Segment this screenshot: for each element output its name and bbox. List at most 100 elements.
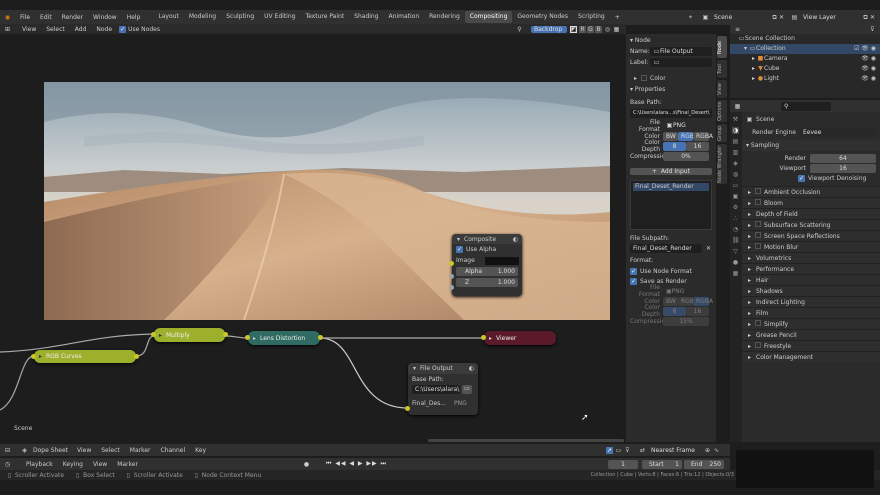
input-list-item[interactable]: Final_Deset_Render: [633, 183, 709, 191]
checkbox-icon[interactable]: [755, 243, 761, 249]
copy-icon[interactable]: ⧉: [771, 14, 778, 21]
input-socket[interactable]: [405, 406, 410, 411]
expand-icon[interactable]: ▸: [750, 65, 757, 72]
alpha-field[interactable]: Alpha 1.000: [456, 267, 518, 276]
image-input-field[interactable]: [484, 256, 519, 265]
expand-icon[interactable]: ▸: [746, 233, 753, 240]
folder-icon[interactable]: ▭: [462, 385, 472, 394]
end-frame-field[interactable]: End 250: [684, 459, 724, 469]
panel-simplify[interactable]: ▸ Simplify: [742, 318, 880, 329]
panel-color-management[interactable]: ▸ Color Management: [742, 351, 880, 362]
expand-icon[interactable]: ▸: [746, 354, 753, 361]
color-mode-rgba[interactable]: RGBA: [693, 131, 713, 141]
panel-shadows[interactable]: ▸ Shadows: [742, 285, 880, 296]
menu-view[interactable]: View: [88, 461, 112, 468]
output-icon[interactable]: ▤: [732, 138, 739, 145]
z-socket[interactable]: [449, 285, 454, 290]
scene-selector[interactable]: Scene: [711, 12, 763, 22]
expand-icon[interactable]: ▸: [487, 335, 494, 342]
constraints-icon[interactable]: ⛓: [732, 237, 740, 244]
file-format-select[interactable]: ▣PNG: [663, 121, 709, 130]
panel-film[interactable]: ▸ Film: [742, 307, 880, 318]
outliner-row[interactable]: ▸ ▼Cube 👁 ◉: [730, 64, 880, 74]
render-icon[interactable]: ◑: [732, 127, 739, 134]
panel-depth-of-field[interactable]: ▸ Depth of Field: [742, 208, 880, 219]
close-icon[interactable]: ✕: [869, 14, 876, 21]
hidden-icon[interactable]: ▭: [615, 447, 622, 454]
expand-icon[interactable]: ▸: [746, 266, 753, 273]
output-socket[interactable]: [134, 354, 139, 359]
add-input-button[interactable]: + Add Input: [630, 168, 712, 175]
proportional-icon[interactable]: ⊕: [704, 447, 711, 454]
composite-node[interactable]: ▾ Composite ◐ ✓ Use Alpha Image Alpha 1.…: [449, 234, 522, 296]
inputs-list[interactable]: Final_Deset_Render: [630, 180, 712, 230]
viewer-node[interactable]: ▸ Viewer: [481, 331, 556, 345]
menu-keying[interactable]: Keying: [58, 461, 88, 468]
base-path-field[interactable]: C:\Users\alara\...: [412, 385, 460, 394]
tab-options[interactable]: Options: [717, 100, 727, 122]
snap-mode-select[interactable]: Nearest Frame: [648, 445, 698, 455]
menu-playback[interactable]: Playback: [21, 461, 58, 468]
scene-icon[interactable]: ◈: [732, 160, 739, 167]
modifier-icon[interactable]: ⚙: [732, 204, 739, 211]
tab-node[interactable]: Node: [717, 36, 727, 58]
only-selected-icon[interactable]: ➚: [606, 446, 613, 454]
tab-group[interactable]: Group: [717, 124, 727, 142]
composite-node-header[interactable]: ▾ Composite ◐: [452, 234, 522, 244]
checkbox-icon[interactable]: [755, 232, 761, 238]
view-layer-icon[interactable]: ▥: [732, 149, 739, 156]
checkbox-checked-icon[interactable]: ✓: [798, 175, 805, 182]
panel-screen-space-reflections[interactable]: ▸ Screen Space Reflections: [742, 230, 880, 241]
expand-icon[interactable]: ▸: [746, 200, 753, 207]
expand-icon[interactable]: ▸: [746, 310, 753, 317]
filter-icon[interactable]: ⊽: [869, 26, 876, 33]
input-socket[interactable]: [31, 354, 36, 359]
world-icon[interactable]: ◍: [732, 171, 739, 178]
panel-hair[interactable]: ▸ Hair: [742, 274, 880, 285]
checkbox-icon[interactable]: [641, 75, 647, 81]
file-subpath-field[interactable]: Final_Deset_Render: [630, 244, 702, 253]
expand-icon[interactable]: ▸: [746, 211, 753, 218]
checkbox-icon[interactable]: [755, 199, 761, 205]
tab-tool[interactable]: Tool: [717, 60, 727, 78]
outliner-row[interactable]: ▭Scene Collection: [730, 34, 880, 44]
expand-icon[interactable]: ▾: [742, 45, 749, 52]
pin-icon[interactable]: ✦: [687, 14, 694, 21]
expand-icon[interactable]: ▸: [632, 75, 639, 82]
panel-indirect-lighting[interactable]: ▸ Indirect Lighting: [742, 296, 880, 307]
menu-view[interactable]: View: [72, 447, 96, 454]
expand-icon[interactable]: ▸: [746, 343, 753, 350]
filter-icon[interactable]: ⊽: [624, 447, 631, 454]
image-socket[interactable]: [449, 261, 454, 266]
tab-view[interactable]: View: [717, 80, 727, 98]
visibility-icons[interactable]: 👁 ◉: [861, 64, 876, 74]
expand-icon[interactable]: ▸: [746, 222, 753, 229]
view-layer-selector[interactable]: View Layer: [800, 12, 856, 22]
expand-icon[interactable]: ▸: [750, 75, 757, 82]
panel-bloom[interactable]: ▸ Bloom: [742, 197, 880, 208]
expand-icon[interactable]: ▸: [746, 321, 753, 328]
checkbox-icon[interactable]: [755, 188, 761, 194]
multiply-node[interactable]: ▸ Multiply: [151, 328, 228, 342]
outliner-row[interactable]: ▸ ■Camera 👁 ◉: [730, 54, 880, 64]
record-icon[interactable]: ●: [303, 461, 310, 468]
z-field[interactable]: Z 1.000: [456, 278, 518, 287]
editor-type-icon[interactable]: ≡: [734, 26, 741, 33]
editor-type-icon[interactable]: ▦: [734, 103, 741, 110]
start-frame-field[interactable]: Start 1: [642, 459, 682, 469]
collapse-icon[interactable]: ▾: [411, 365, 418, 372]
input-socket[interactable]: [245, 335, 250, 340]
graph-icon[interactable]: ∿: [713, 447, 720, 454]
current-frame-field[interactable]: 1: [608, 459, 638, 469]
visibility-icons[interactable]: 👁 ◉: [861, 54, 876, 64]
horizontal-scrollbar[interactable]: [428, 439, 624, 442]
sampling-panel-header[interactable]: ▾ Sampling: [742, 140, 880, 151]
render-engine-select[interactable]: Eevee: [800, 127, 876, 137]
visibility-icons[interactable]: ☑ 👁 ◉: [854, 44, 876, 54]
expand-icon[interactable]: ▸: [746, 244, 753, 251]
name-field[interactable]: ▭File Output: [650, 47, 712, 56]
collection-icon[interactable]: ▭: [732, 182, 739, 189]
properties-search-input[interactable]: ⚲: [781, 101, 831, 111]
menu-key[interactable]: Key: [190, 447, 211, 454]
close-icon[interactable]: ✕: [705, 245, 712, 252]
